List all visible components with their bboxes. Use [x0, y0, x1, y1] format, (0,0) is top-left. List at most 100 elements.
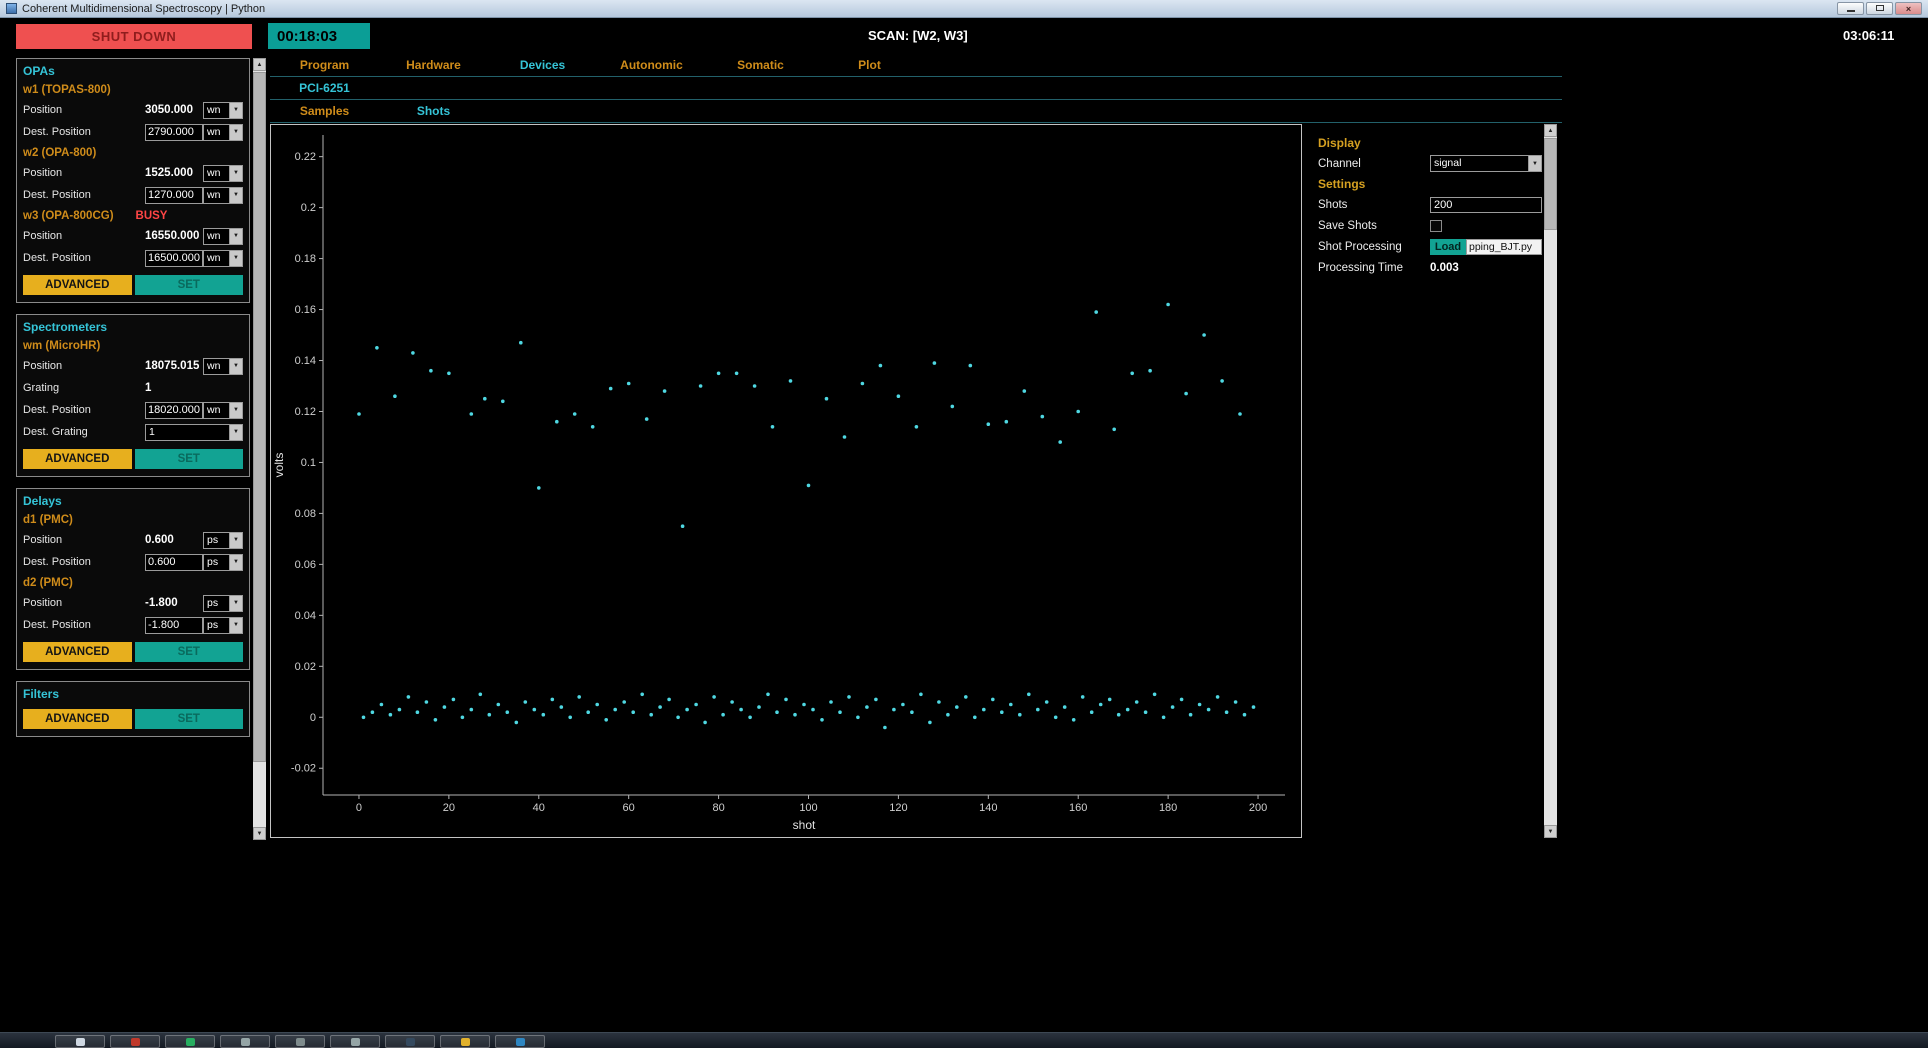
data-point — [1215, 695, 1220, 699]
taskbar-item-app-gray-3[interactable] — [330, 1035, 380, 1048]
scrollbar-track[interactable] — [1544, 137, 1557, 825]
scroll-down-icon[interactable]: ▼ — [1544, 825, 1557, 838]
load-button[interactable]: Load — [1430, 238, 1466, 255]
tab-program[interactable]: Program — [270, 58, 379, 72]
data-point — [626, 381, 631, 386]
scrollbar-thumb[interactable] — [1544, 138, 1557, 230]
d2-position-units-dropdown[interactable]: ps ▼ — [203, 594, 243, 612]
scroll-down-icon[interactable]: ▼ — [253, 827, 266, 840]
data-point — [469, 707, 474, 712]
opas-advanced-button[interactable]: ADVANCED — [23, 275, 132, 295]
taskbar-item-folder[interactable] — [440, 1035, 490, 1048]
data-point — [649, 712, 653, 717]
minimize-button[interactable] — [1837, 2, 1864, 15]
taskbar-item-app-gray-2[interactable] — [275, 1035, 325, 1048]
delays-advanced-button[interactable]: ADVANCED — [23, 642, 132, 662]
scroll-up-icon[interactable]: ▲ — [253, 58, 266, 71]
d1-dest-position-input[interactable] — [145, 553, 203, 571]
delays-set-button[interactable]: SET — [134, 642, 243, 662]
taskbar-item-browser[interactable] — [495, 1035, 545, 1048]
tab-pci-6251[interactable]: PCI-6251 — [270, 81, 379, 95]
chevron-down-icon[interactable]: ▼ — [1528, 156, 1541, 171]
scroll-up-icon[interactable]: ▲ — [1544, 124, 1557, 137]
chevron-down-icon[interactable]: ▼ — [229, 554, 242, 570]
shots-scatter-plot[interactable]: -0.02 0 0.02 0.04 0.06 0.08 0.1 0.12 0.14 0.16 0.1… — [271, 125, 1301, 837]
taskbar-item-app-dark[interactable] — [385, 1035, 435, 1048]
wm-dest-units-dropdown[interactable]: wn ▼ — [203, 401, 243, 419]
chevron-down-icon[interactable]: ▼ — [229, 358, 242, 374]
w3-dest-position-input[interactable] — [145, 249, 203, 267]
taskbar-item-app-green[interactable] — [165, 1035, 215, 1048]
filters-advanced-button[interactable]: ADVANCED — [23, 709, 132, 729]
shot-processing-file[interactable]: pping_BJT.py — [1466, 238, 1542, 255]
shutdown-button[interactable]: SHUT DOWN — [16, 24, 252, 49]
w3-position-units-dropdown[interactable]: wn ▼ — [203, 227, 243, 245]
taskbar-item-app-red[interactable] — [110, 1035, 160, 1048]
spectrometers-set-button[interactable]: SET — [134, 449, 243, 469]
tab-plot[interactable]: Plot — [815, 58, 924, 72]
tab-hardware[interactable]: Hardware — [379, 58, 488, 72]
chevron-down-icon[interactable]: ▼ — [229, 595, 242, 611]
tab-somatic[interactable]: Somatic — [706, 58, 815, 72]
d2-dest-label: Dest. Position — [23, 619, 91, 631]
taskbar-item-app-gray-1[interactable] — [220, 1035, 270, 1048]
save-shots-label: Save Shots — [1318, 219, 1377, 232]
save-shots-checkbox[interactable] — [1430, 219, 1442, 232]
channel-dropdown[interactable]: signal ▼ — [1430, 155, 1542, 172]
wm-position-units-dropdown[interactable]: wn ▼ — [203, 357, 243, 375]
chevron-down-icon[interactable]: ▼ — [229, 124, 242, 140]
d1-position-units-dropdown[interactable]: ps ▼ — [203, 531, 243, 549]
chevron-down-icon[interactable]: ▼ — [229, 532, 242, 548]
tab-autonomic[interactable]: Autonomic — [597, 58, 706, 72]
w2-dest-position-input[interactable] — [145, 186, 203, 204]
opas-panel: OPAs w1 (TOPAS-800) Position 3050.000 wn… — [16, 58, 250, 303]
d2-dest-units-dropdown[interactable]: ps ▼ — [203, 616, 243, 634]
tab-shots[interactable]: Shots — [379, 104, 488, 118]
d1-dest-units-dropdown[interactable]: ps ▼ — [203, 553, 243, 571]
taskbar[interactable] — [0, 1032, 1928, 1048]
tab-devices[interactable]: Devices — [488, 58, 597, 72]
wm-dest-grating-dropdown[interactable]: 1 ▼ — [145, 423, 243, 441]
taskbar-item-window-preview[interactable] — [55, 1035, 105, 1048]
sidebar-scrollbar[interactable]: ▲ ▼ — [253, 58, 266, 840]
shot-processing-label: Shot Processing — [1318, 240, 1402, 253]
scrollbar-track[interactable] — [253, 71, 266, 827]
chevron-down-icon[interactable]: ▼ — [229, 250, 242, 266]
processing-time-label: Processing Time — [1318, 261, 1404, 274]
chevron-down-icon[interactable]: ▼ — [229, 424, 242, 440]
chevron-down-icon[interactable]: ▼ — [229, 187, 242, 203]
w1-dest-units-dropdown[interactable]: wn ▼ — [203, 123, 243, 141]
w2-position-units-dropdown[interactable]: wn ▼ — [203, 164, 243, 182]
opas-set-button[interactable]: SET — [134, 275, 243, 295]
shots-input[interactable] — [1430, 196, 1542, 213]
close-button[interactable]: × — [1895, 2, 1922, 15]
tab-samples[interactable]: Samples — [270, 104, 379, 118]
w1-dest-position-input[interactable] — [145, 123, 203, 141]
system-clock: 03:06:11 — [1843, 28, 1895, 43]
w3-dest-units-dropdown[interactable]: wn ▼ — [203, 249, 243, 267]
chevron-down-icon[interactable]: ▼ — [229, 102, 242, 118]
shots-plot[interactable]: -0.02 0 0.02 0.04 0.06 0.08 0.1 0.12 0.14 0.16 0.1… — [270, 124, 1302, 838]
settings-scrollbar[interactable]: ▲ ▼ — [1544, 124, 1557, 838]
d2-dest-position-input[interactable] — [145, 616, 203, 634]
filters-set-button[interactable]: SET — [134, 709, 243, 729]
save-shots-row: Save Shots — [1318, 215, 1542, 236]
d2-position-label: Position — [23, 597, 63, 609]
data-point — [361, 715, 366, 720]
maximize-button[interactable] — [1866, 2, 1893, 15]
data-point — [1143, 710, 1148, 714]
svg-text:-0.02: -0.02 — [291, 763, 316, 775]
spectrometers-advanced-button[interactable]: ADVANCED — [23, 449, 132, 469]
data-point — [1166, 302, 1170, 307]
scrollbar-thumb[interactable] — [253, 72, 266, 762]
w2-dest-units-dropdown[interactable]: wn ▼ — [203, 186, 243, 204]
chevron-down-icon[interactable]: ▼ — [229, 402, 242, 418]
data-point — [1130, 371, 1134, 376]
chevron-down-icon[interactable]: ▼ — [229, 165, 242, 181]
wm-dest-position-input[interactable] — [145, 401, 203, 419]
chevron-down-icon[interactable]: ▼ — [229, 617, 242, 633]
w1-position-units-dropdown[interactable]: wn ▼ — [203, 101, 243, 119]
data-point — [397, 707, 402, 712]
chevron-down-icon[interactable]: ▼ — [229, 228, 242, 244]
data-point — [1134, 700, 1139, 704]
